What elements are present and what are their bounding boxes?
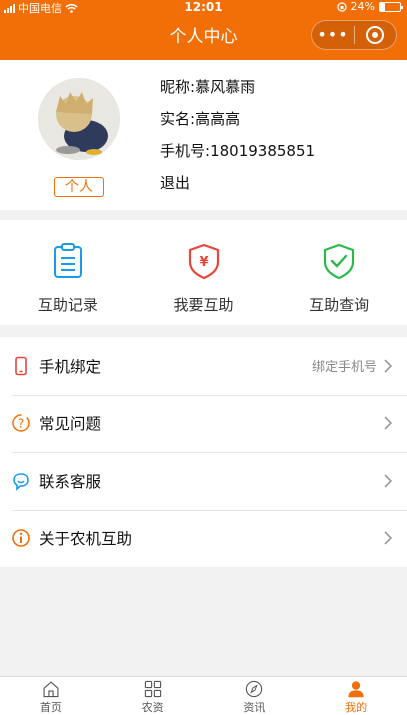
realname-value: 高高高 — [195, 110, 241, 128]
menu-item-faq[interactable]: ? 常见问题 — [0, 394, 407, 453]
chevron-right-icon — [384, 359, 393, 373]
action-request-aid[interactable]: ¥ 我要互助 — [136, 220, 272, 325]
chevron-right-icon — [384, 474, 393, 488]
shield-yen-icon: ¥ — [188, 243, 219, 280]
svg-text:?: ? — [18, 417, 24, 431]
phone-label: 手机号: — [160, 142, 211, 160]
tab-label: 首页 — [39, 701, 62, 714]
info-icon — [12, 529, 30, 548]
nickname-row: 昵称:慕风慕雨 — [160, 74, 315, 106]
shield-check-icon — [324, 243, 355, 280]
action-aid-query[interactable]: 互助查询 — [271, 220, 407, 325]
menu-item-customer-service[interactable]: 联系客服 — [0, 452, 407, 510]
chevron-right-icon — [384, 416, 393, 430]
profile-info: 昵称:慕风慕雨 实名:高高高 手机号:18019385851 退出 — [160, 74, 315, 202]
tab-home[interactable]: 首页 — [0, 677, 102, 715]
settings-menu: 手机绑定 绑定手机号 ? 常见问题 联系客服 关于农机互助 — [0, 337, 407, 567]
menu-item-label: 手机绑定 — [39, 357, 102, 376]
battery-percent: 24% — [350, 0, 375, 13]
question-icon: ? — [12, 414, 30, 432]
tab-label: 我的 — [345, 701, 368, 714]
tab-label: 农资 — [141, 701, 164, 714]
tab-bar: 首页 农资 资讯 我的 — [0, 676, 407, 715]
avatar-illustration — [38, 78, 120, 160]
nickname-label: 昵称: — [160, 78, 196, 96]
nickname-value: 慕风慕雨 — [195, 78, 256, 96]
logout-link[interactable]: 退出 — [160, 170, 315, 202]
phone-icon — [15, 356, 27, 376]
tab-farm-supplies[interactable]: 农资 — [102, 677, 204, 715]
menu-item-label: 关于农机互助 — [39, 530, 133, 549]
tab-news[interactable]: 资讯 — [204, 677, 306, 715]
action-label: 互助查询 — [309, 296, 370, 314]
tab-label: 资讯 — [243, 701, 266, 714]
clipboard-icon — [53, 243, 82, 278]
svg-text:¥: ¥ — [199, 255, 208, 270]
compass-icon — [246, 680, 263, 698]
profile-card: 个人 昵称:慕风慕雨 实名:高高高 手机号:18019385851 退出 — [0, 60, 407, 210]
avatar[interactable] — [38, 78, 120, 160]
menu-item-label: 联系客服 — [39, 472, 102, 491]
realname-label: 实名: — [160, 110, 196, 128]
rotation-lock-icon — [336, 1, 347, 12]
realname-row: 实名:高高高 — [160, 106, 315, 138]
tab-mine[interactable]: 我的 — [305, 677, 407, 715]
menu-item-label: 常见问题 — [39, 415, 102, 434]
role-badge: 个人 — [54, 177, 104, 197]
header-bar: 中国电信 12:01 24% 个人中心 ••• — [0, 0, 407, 60]
capsule-close-button[interactable] — [355, 26, 396, 44]
menu-item-phone-binding[interactable]: 手机绑定 绑定手机号 — [0, 337, 407, 395]
phone-value: 18019385851 — [210, 142, 316, 160]
capsule-close-icon — [366, 26, 385, 44]
phone-row: 手机号:18019385851 — [160, 138, 315, 170]
grid-icon — [144, 680, 161, 698]
status-bar: 中国电信 12:01 24% — [0, 0, 407, 15]
mini-program-capsule: ••• — [311, 20, 397, 50]
chat-icon — [13, 472, 29, 491]
home-icon — [43, 681, 59, 698]
menu-item-about[interactable]: 关于农机互助 — [0, 509, 407, 568]
action-label: 我要互助 — [173, 296, 234, 314]
menu-item-hint: 绑定手机号 — [311, 360, 377, 376]
person-icon — [348, 681, 364, 698]
battery-icon — [379, 1, 403, 12]
action-mutual-aid-records[interactable]: 互助记录 — [0, 220, 136, 325]
chevron-right-icon — [384, 531, 393, 545]
more-dots-icon[interactable]: ••• — [312, 21, 354, 49]
action-label: 互助记录 — [37, 296, 98, 314]
quick-actions: 互助记录 ¥ 我要互助 互助查询 — [0, 220, 407, 325]
